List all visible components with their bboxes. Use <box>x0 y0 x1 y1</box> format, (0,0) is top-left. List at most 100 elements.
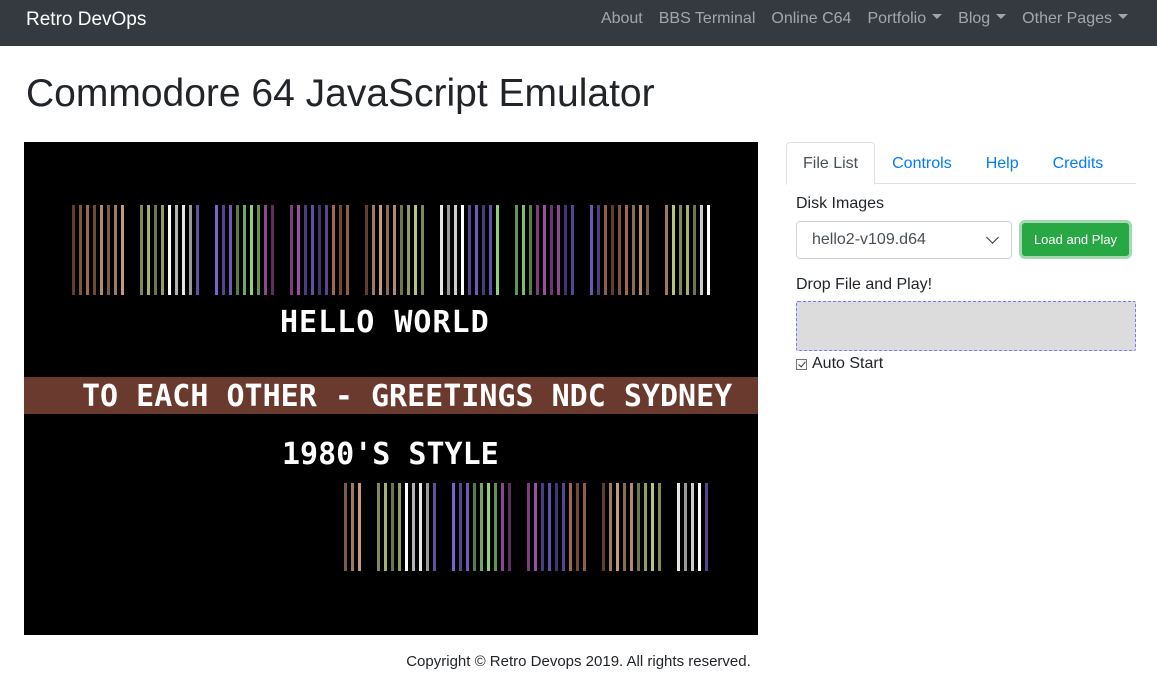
nav-online-c64[interactable]: Online C64 <box>771 10 851 28</box>
raster-bar <box>344 483 347 571</box>
raster-bar <box>86 205 89 295</box>
raster-bar <box>222 205 225 295</box>
nav-bbs-terminal[interactable]: BBS Terminal <box>659 10 756 28</box>
raster-bar <box>555 483 558 571</box>
raster-bar <box>393 205 396 295</box>
auto-start-label: Auto Start <box>812 355 884 372</box>
tab-controls[interactable]: Controls <box>875 142 969 183</box>
raster-bar <box>79 205 82 295</box>
tab-credits[interactable]: Credits <box>1036 142 1121 183</box>
raster-bar <box>564 205 567 295</box>
raster-bar <box>196 205 199 295</box>
emulator-canvas: HELLO WORLD TO EACH OTHER - GREETINGS ND… <box>24 205 758 571</box>
footer-copyright: Copyright © Retro Devops 2019. All right… <box>406 653 751 670</box>
raster-bar <box>459 483 462 571</box>
raster-bar <box>346 205 349 295</box>
raster-bar <box>571 205 574 295</box>
raster-bar <box>480 483 483 571</box>
nav-blog-dropdown[interactable]: Blog <box>958 10 1007 28</box>
raster-bar <box>543 205 546 295</box>
raster-bar <box>550 205 553 295</box>
raster-bar <box>215 205 218 295</box>
raster-bar <box>583 483 586 571</box>
nav-portfolio-label: Portfolio <box>867 10 927 27</box>
style-text: 1980'S STYLE <box>282 437 499 472</box>
raster-bar <box>632 205 635 295</box>
raster-bar <box>597 205 600 295</box>
nav-links: About BBS Terminal Online C64 Portfolio … <box>601 10 1128 28</box>
raster-bar <box>707 205 710 295</box>
raster-bar <box>189 205 192 295</box>
nav-blog-label: Blog <box>958 10 991 27</box>
raster-bar <box>590 205 593 295</box>
raster-bar <box>426 483 429 571</box>
nav-bbs-terminal-label: BBS Terminal <box>658 10 756 27</box>
raster-bar <box>339 205 342 295</box>
raster-bar <box>679 205 682 295</box>
raster-bar <box>182 205 185 295</box>
raster-bar <box>496 205 499 295</box>
raster-bar <box>609 483 612 571</box>
raster-bar <box>114 205 117 295</box>
raster-bar <box>325 205 328 295</box>
disk-image-select[interactable]: hello2-v109.d64 <box>796 221 1012 259</box>
raster-bar <box>536 205 539 295</box>
raster-bar <box>175 205 178 295</box>
navbar: Retro DevOps About BBS Terminal Online C… <box>0 0 1157 46</box>
raster-bar <box>236 205 239 295</box>
raster-bar <box>405 483 408 571</box>
raster-bar <box>452 483 455 571</box>
nav-about[interactable]: About <box>601 10 643 28</box>
raster-bar <box>147 205 150 295</box>
raster-bar <box>358 483 361 571</box>
raster-bar <box>637 483 640 571</box>
load-and-play-button[interactable]: Load and Play <box>1022 223 1129 256</box>
scroller-text: TO EACH OTHER - GREETINGS NDC SYDNEY <box>82 379 732 414</box>
raster-bar <box>440 205 443 295</box>
raster-bar <box>602 483 605 571</box>
raster-bar <box>93 205 96 295</box>
raster-bar <box>677 483 680 571</box>
raster-bar <box>623 483 626 571</box>
file-drop-zone[interactable] <box>796 301 1136 351</box>
raster-bar <box>651 483 654 571</box>
raster-bar <box>482 205 485 295</box>
raster-bar <box>515 205 518 295</box>
nav-portfolio-dropdown[interactable]: Portfolio <box>867 10 943 28</box>
raster-bar <box>386 205 389 295</box>
raster-bar <box>494 483 497 571</box>
raster-bar <box>243 205 246 295</box>
auto-start-checkbox[interactable] <box>796 358 807 370</box>
raster-bar <box>529 205 532 295</box>
auto-start-option[interactable]: Auto Start <box>796 355 883 373</box>
tab-help[interactable]: Help <box>969 142 1036 183</box>
brand-link[interactable]: Retro DevOps <box>26 9 146 31</box>
raster-bar <box>658 483 661 571</box>
raster-bar <box>365 205 368 295</box>
raster-bar <box>665 205 668 295</box>
raster-bar <box>433 483 436 571</box>
raster-bar <box>391 483 394 571</box>
raster-bar <box>304 205 307 295</box>
raster-bar <box>508 483 511 571</box>
nav-other-pages-dropdown[interactable]: Other Pages <box>1022 10 1128 28</box>
raster-bar <box>698 483 701 571</box>
raster-bar <box>461 205 464 295</box>
raster-bar <box>447 205 450 295</box>
raster-bar <box>501 483 504 571</box>
raster-bar <box>332 205 335 295</box>
nav-online-c64-label: Online C64 <box>771 10 852 27</box>
emulator-screen[interactable]: HELLO WORLD TO EACH OTHER - GREETINGS ND… <box>24 142 758 635</box>
disk-images-label: Disk Images <box>796 195 885 212</box>
raster-bar <box>487 483 490 571</box>
raster-bar <box>611 205 614 295</box>
raster-bar <box>414 205 417 295</box>
raster-bar <box>264 205 267 295</box>
raster-bar <box>541 483 544 571</box>
raster-bar <box>161 205 164 295</box>
raster-bar <box>311 205 314 295</box>
raster-bar <box>290 205 293 295</box>
raster-bar <box>107 205 110 295</box>
tab-file-list[interactable]: File List <box>786 142 876 185</box>
raster-bar <box>372 205 375 295</box>
